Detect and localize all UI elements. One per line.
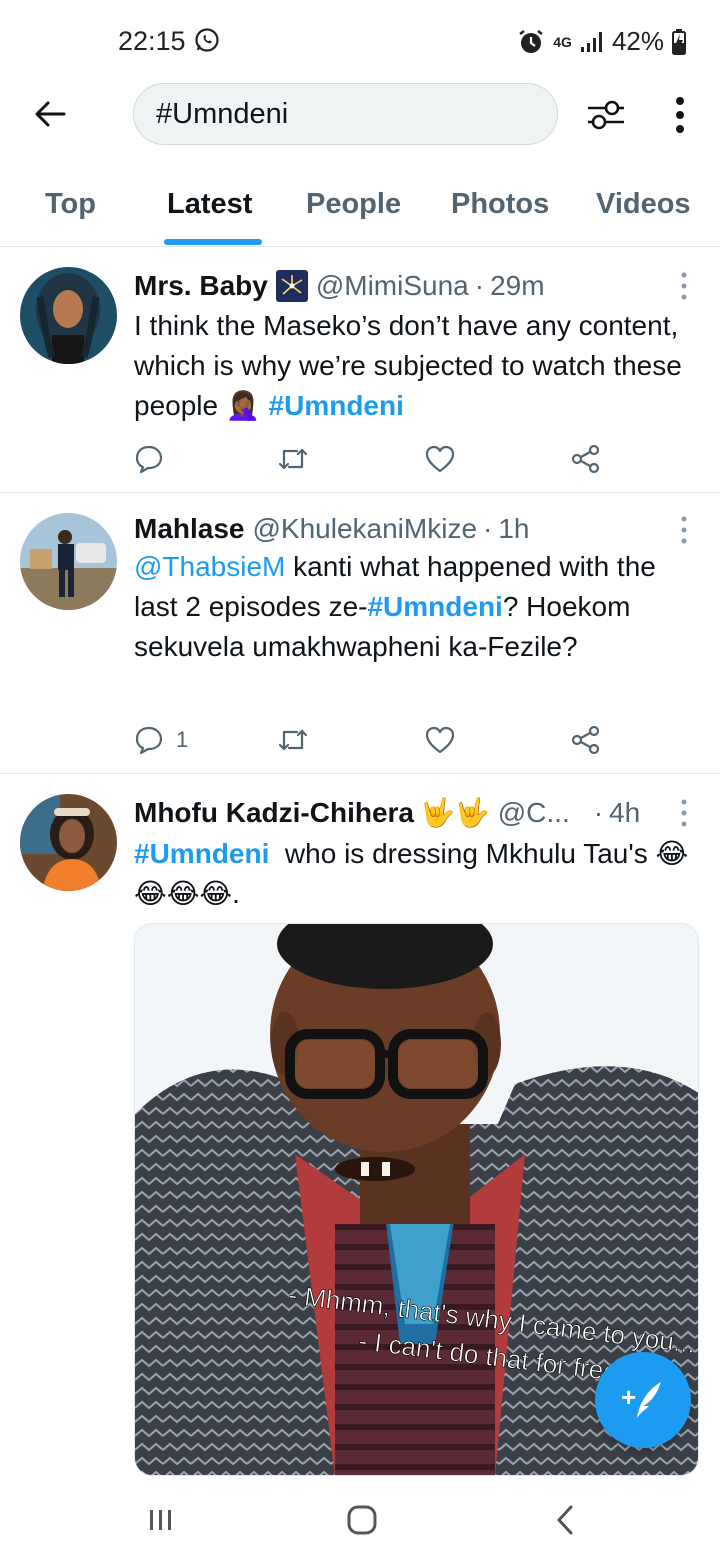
- network-type: 4G: [553, 33, 572, 50]
- status-time: 22:15: [118, 26, 186, 56]
- author-handle[interactable]: @KhulekaniMkize: [253, 513, 478, 545]
- more-options-button[interactable]: [660, 92, 700, 138]
- plus-symbol: +: [621, 1382, 636, 1412]
- chevron-left-icon: [557, 1505, 573, 1535]
- tab-latest[interactable]: Latest: [167, 188, 252, 221]
- battery-charging-icon: [672, 28, 686, 55]
- vertical-dots-icon: [676, 97, 684, 133]
- reply-icon: [135, 726, 163, 755]
- recent-apps-icon: [150, 1510, 171, 1530]
- tab-people[interactable]: People: [306, 188, 401, 221]
- reply-button[interactable]: [134, 439, 176, 479]
- retweet-icon: [278, 448, 308, 470]
- reply-count: 1: [176, 727, 189, 752]
- tweet-header: Mahlase @KhulekaniMkize · 1h: [134, 513, 680, 545]
- search-header: #Umndeni: [0, 80, 720, 150]
- tab-videos[interactable]: Videos: [596, 188, 691, 221]
- status-icons: 4G 42%: [517, 26, 686, 57]
- filter-sliders-icon: [588, 100, 624, 130]
- avatar[interactable]: [20, 794, 117, 891]
- avatar[interactable]: [20, 267, 117, 364]
- tab-top[interactable]: Top: [45, 188, 96, 221]
- mention-link[interactable]: @ThabsieM: [134, 551, 285, 582]
- system-back-button[interactable]: [545, 1502, 585, 1538]
- tweet-header: Mrs. Baby @MimiSuna · 29m: [134, 270, 680, 302]
- signal-icon: [580, 31, 602, 52]
- share-icon: [571, 444, 600, 474]
- author-handle[interactable]: @C...: [498, 797, 570, 829]
- recent-apps-button[interactable]: [141, 1502, 181, 1538]
- hashtag-link[interactable]: #Umndeni: [134, 838, 269, 869]
- author-name[interactable]: Mahlase: [134, 513, 245, 545]
- separator-dot: ·: [474, 270, 485, 301]
- avatar-image: [20, 794, 117, 891]
- search-filter-button[interactable]: [583, 92, 629, 138]
- tweet-text: I think the Maseko’s don’t have any cont…: [134, 306, 694, 426]
- like-button[interactable]: [425, 720, 455, 760]
- battery-percent: 42%: [611, 26, 664, 56]
- separator-dot: ·: [483, 513, 493, 544]
- compose-tweet-button[interactable]: +: [595, 1352, 691, 1448]
- system-navigation-bar: [0, 1476, 720, 1560]
- reply-button[interactable]: 1: [134, 720, 188, 760]
- active-tab-indicator: [164, 239, 262, 245]
- tweet-text: @ThabsieM kanti what happened with the l…: [134, 547, 694, 667]
- back-arrow-icon: [35, 101, 66, 127]
- tweet-header: Mhofu Kadzi-Chihera 🤟🤟 @C... · 4h: [134, 796, 680, 829]
- like-button[interactable]: [425, 439, 455, 479]
- tweet[interactable]: Mahlase @KhulekaniMkize · 1h @ThabsieM k…: [0, 493, 720, 774]
- back-button[interactable]: [28, 92, 72, 136]
- tweet-time[interactable]: 4h: [609, 797, 640, 829]
- author-name[interactable]: Mhofu Kadzi-Chihera: [134, 797, 414, 829]
- author-handle[interactable]: @MimiSuna: [316, 270, 469, 302]
- heart-icon: [425, 445, 455, 473]
- fireworks-emoji-icon: [275, 270, 308, 302]
- hashtag-link[interactable]: #Umndeni: [269, 390, 404, 421]
- rock-on-emoji: 🤟🤟: [420, 797, 490, 828]
- alarm-icon: [519, 29, 544, 53]
- tweet-actions: 1: [134, 720, 614, 760]
- search-query: #Umndeni: [156, 97, 289, 130]
- separator-dot: ·: [593, 796, 604, 828]
- retweet-icon: [278, 729, 308, 751]
- share-icon: [571, 725, 600, 755]
- search-tabs: Top Latest People Photos Videos: [0, 176, 720, 247]
- avatar[interactable]: [20, 513, 117, 610]
- tweet-text-content: who is dressing Mkhulu Tau's: [269, 838, 648, 869]
- home-button[interactable]: [342, 1502, 382, 1538]
- tweet-menu-icon[interactable]: [676, 798, 692, 828]
- tweet-menu-icon[interactable]: [676, 271, 692, 301]
- share-button[interactable]: [571, 439, 601, 479]
- tweet[interactable]: Mrs. Baby @MimiSuna · 29m I think the Ma…: [0, 248, 720, 493]
- avatar-image: [20, 267, 117, 364]
- tab-photos[interactable]: Photos: [451, 188, 549, 221]
- avatar-image: [20, 513, 117, 610]
- tweet-actions: [134, 439, 614, 479]
- whatsapp-icon: [195, 28, 219, 52]
- compose-tweet-icon: +: [621, 1382, 661, 1418]
- reply-icon: [135, 445, 163, 474]
- tweet-time[interactable]: 1h: [498, 513, 529, 545]
- heart-icon: [425, 726, 455, 754]
- retweet-button[interactable]: [277, 720, 309, 760]
- status-bar: 22:15 4G 42%: [0, 0, 720, 80]
- facepalm-emoji: 🤦🏾‍♀️: [225, 390, 261, 421]
- retweet-button[interactable]: [277, 439, 309, 479]
- author-name[interactable]: Mrs. Baby: [134, 270, 268, 302]
- share-button[interactable]: [571, 720, 601, 760]
- tweet-menu-icon[interactable]: [676, 515, 692, 545]
- tweet-time[interactable]: 29m: [490, 270, 544, 302]
- tweet-text-content: I think the Maseko’s don’t have any cont…: [134, 310, 682, 421]
- search-input[interactable]: #Umndeni: [133, 83, 558, 145]
- tweet-text: #Umndeni who is dressing Mkhulu Tau's 😂😂…: [134, 834, 694, 914]
- home-icon: [347, 1505, 377, 1535]
- hashtag-link[interactable]: #Umndeni: [367, 591, 502, 622]
